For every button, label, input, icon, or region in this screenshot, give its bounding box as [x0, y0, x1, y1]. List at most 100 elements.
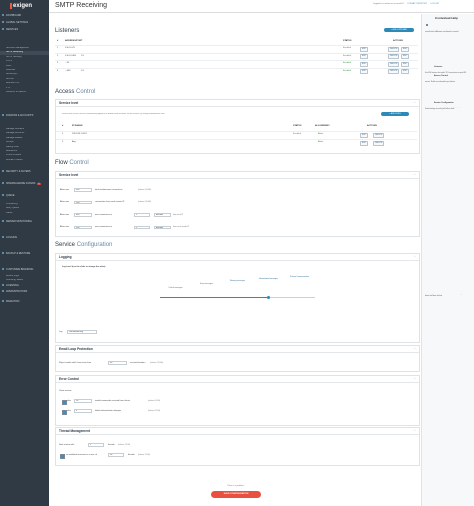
log-select[interactable]: Use internal log: [67, 330, 97, 334]
sidebar-group[interactable]: BACKUP & RESTORE: [2, 252, 47, 257]
collapse-icon[interactable]: ⌃: [413, 429, 416, 433]
sidebar-item[interactable]: SMTP Receiving: [0, 51, 49, 56]
sidebar-item[interactable]: FTP: [6, 87, 47, 91]
sidebar-item[interactable]: Retry Queue: [6, 207, 47, 211]
sidebar-group[interactable]: MIGRATION: [2, 300, 47, 305]
sidebar-group[interactable]: SERVER MONITORING: [2, 220, 47, 225]
access-col-allow: ALLOW/DENY: [315, 125, 330, 127]
error-checkbox[interactable]: [62, 400, 67, 405]
sidebar-item[interactable]: Manage Aliases: [6, 137, 47, 141]
listener-delete-button[interactable]: DELETE: [388, 46, 400, 52]
sidebar-group[interactable]: SERVICES: [2, 28, 47, 33]
sidebar-group[interactable]: SECURITY & FILTERS: [2, 170, 47, 175]
panel-title: Email Loop Protection: [59, 347, 93, 351]
sidebar-group[interactable]: DOMAINS & ACCOUNTS: [2, 114, 47, 119]
log-level-option[interactable]: Error messages: [195, 283, 219, 285]
sidebar-item[interactable]: Groups: [6, 141, 47, 145]
sidebar-item[interactable]: Archive: [6, 78, 47, 82]
listener-extra-button[interactable]: EDIT: [401, 69, 410, 75]
sidebar-item[interactable]: Licensing Status: [6, 279, 47, 283]
panel-header: [56, 376, 419, 383]
listener-extra-button[interactable]: EDIT: [401, 46, 410, 52]
sidebar-item[interactable]: IMAP: [6, 65, 47, 69]
listener-edit-button[interactable]: EDIT: [360, 46, 369, 52]
access-delete-button[interactable]: DELETE: [373, 132, 385, 138]
listener-extra-button[interactable]: EDIT: [401, 61, 410, 67]
flow-value-input[interactable]: 500: [74, 188, 92, 192]
logout-link[interactable]: LOG OUT: [430, 3, 439, 5]
sidebar-item[interactable]: Webmail: [6, 69, 47, 73]
logo[interactable]: exigen: [0, 0, 49, 12]
thread-value-input[interactable]: 50: [108, 453, 124, 457]
flow-period-input[interactable]: 1: [134, 213, 150, 217]
flow-value-input[interactable]: 100: [74, 200, 92, 205]
listener-extra-button[interactable]: EDIT: [401, 54, 410, 60]
sidebar-item[interactable]: Services Management: [6, 47, 47, 51]
access-delete-button[interactable]: DELETE: [373, 140, 385, 146]
bullet-icon: [2, 170, 4, 173]
collapse-icon[interactable]: ⌃: [413, 377, 416, 381]
log-level-slider-thumb[interactable]: [267, 296, 270, 299]
sidebar-group-label: SPAM/MALWARE FILTERS: [6, 182, 36, 185]
loop-headers-input[interactable]: 30: [108, 361, 127, 365]
sidebar-item[interactable]: SMTP Sending: [6, 56, 47, 60]
error-hint: (values: 0-100): [148, 410, 160, 412]
save-configuration-button[interactable]: SAVE CONFIGURATION: [211, 491, 261, 498]
flow-value-input[interactable]: 100: [74, 225, 92, 230]
log-level-option[interactable]: Protocol communication: [288, 276, 312, 278]
sidebar-item[interactable]: Remote POP: [6, 82, 47, 86]
sidebar-item[interactable]: Failed: [6, 212, 47, 216]
access-mode: Allow: [318, 141, 324, 143]
access-control-heading: Access Control: [55, 89, 95, 95]
add-rule-button[interactable]: + ADD RULE: [381, 112, 409, 116]
access-range: Any: [72, 141, 76, 143]
sidebar-item[interactable]: ActiveSync: [6, 73, 47, 77]
access-edit-button[interactable]: EDIT: [360, 140, 369, 146]
sidebar-item[interactable]: Manage Domains: [6, 128, 47, 132]
sidebar-group[interactable]: CUSTOMIZE BRANDING: [2, 268, 47, 273]
collapse-icon[interactable]: ⌃: [413, 347, 416, 351]
add-listener-button[interactable]: + ADD LISTENER: [384, 28, 414, 32]
sidebar-group[interactable]: DASHBOARD: [2, 14, 47, 19]
sidebar-item[interactable]: Profile Policies: [6, 154, 47, 158]
error-checkbox[interactable]: [62, 410, 67, 415]
sidebar-item[interactable]: Recent Logs: [6, 275, 47, 279]
sidebar-group[interactable]: GLOBAL SETTINGS: [2, 21, 47, 26]
log-level-option[interactable]: Critical messages: [164, 287, 188, 289]
listener-edit-button[interactable]: EDIT: [360, 61, 369, 67]
collapse-icon[interactable]: ⌃: [413, 255, 416, 259]
sidebar-item[interactable]: Mailing Lists: [6, 146, 47, 150]
thread-value-input[interactable]: 1: [88, 443, 104, 447]
listener-delete-button[interactable]: DELETE: [388, 54, 400, 60]
listener-num: 2: [57, 54, 59, 57]
sidebar-group[interactable]: QUEUE: [2, 194, 47, 199]
sidebar-group[interactable]: LICENSING: [2, 284, 47, 289]
log-level-option[interactable]: Warning messages: [226, 280, 250, 282]
sidebar-item[interactable]: WebDAV & CalDAV: [6, 91, 47, 95]
log-level-option[interactable]: Informational messages: [257, 278, 281, 280]
listener-delete-button[interactable]: DELETE: [388, 61, 400, 67]
listener-delete-button[interactable]: DELETE: [388, 69, 400, 75]
thread-management-panel: Thread Management ⌃: [55, 427, 420, 466]
sidebar-group[interactable]: SPAM/MALWARE FILTERS 2: [2, 182, 47, 187]
error-suffix: invalid commands received from clients: [95, 400, 130, 402]
access-edit-button[interactable]: EDIT: [360, 132, 369, 138]
collapse-icon[interactable]: ⌃: [413, 173, 416, 177]
listener-edit-button[interactable]: EDIT: [360, 69, 369, 75]
listener-edit-button[interactable]: EDIT: [360, 54, 369, 60]
error-value-input[interactable]: 20: [74, 399, 92, 403]
sidebar-item[interactable]: Manage Accounts: [6, 132, 47, 136]
flow-value-input[interactable]: 300: [74, 213, 92, 217]
flow-period-input[interactable]: 1: [134, 225, 150, 230]
flow-unit-select[interactable]: minutes: [154, 213, 171, 217]
collapse-icon[interactable]: ⌃: [413, 101, 416, 105]
sidebar-item[interactable]: Domain Policies: [6, 159, 47, 163]
flow-unit-select[interactable]: minutes: [154, 225, 171, 230]
sidebar-group[interactable]: ADMINISTRATORS: [2, 290, 47, 295]
sidebar-item[interactable]: POP3: [6, 60, 47, 64]
sidebar-item[interactable]: Resources: [6, 150, 47, 154]
contact-support-link[interactable]: CONTACT SUPPORT: [407, 3, 427, 5]
sidebar-group[interactable]: LOGGING: [2, 236, 47, 241]
sidebar-item[interactable]: Processing: [6, 203, 47, 207]
error-value-input[interactable]: 5: [74, 409, 92, 413]
